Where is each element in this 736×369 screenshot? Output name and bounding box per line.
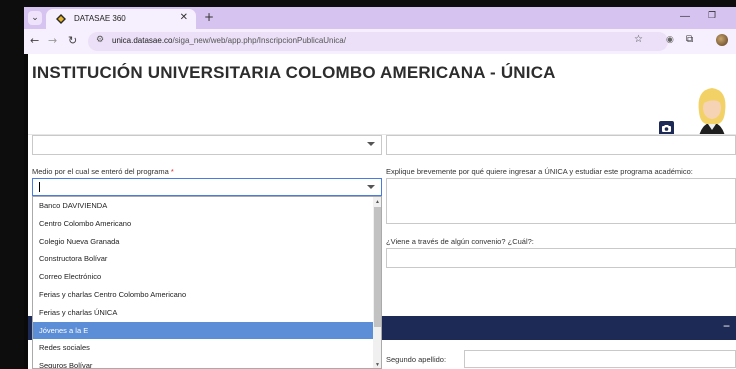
forward-icon[interactable]: →: [48, 34, 57, 47]
page-title: INSTITUCIÓN UNIVERSITARIA COLOMBO AMERIC…: [32, 63, 556, 82]
medio-dropdown-list[interactable]: Banco DAVIVIENDA Centro Colombo American…: [32, 196, 382, 369]
explique-textarea[interactable]: [386, 178, 736, 224]
user-avatar-icon: [698, 88, 726, 142]
dropdown-option[interactable]: Ferias y charlas Centro Colombo American…: [33, 286, 373, 304]
tab-search-icon[interactable]: ⌄: [28, 11, 42, 25]
previous-text-field[interactable]: [386, 135, 736, 155]
dropdown-option[interactable]: Constructora Bolívar: [33, 250, 373, 268]
extension-icon[interactable]: ◉: [666, 35, 674, 45]
extensions-puzzle-icon[interactable]: ⧉: [686, 34, 693, 45]
address-bar[interactable]: ⚙ unica.datasae.co/siga_new/web/app.php/…: [88, 32, 668, 51]
window-restore-icon[interactable]: ❐: [708, 11, 716, 21]
reload-icon[interactable]: ↻: [68, 34, 77, 47]
tab-strip: ⌄ DATASAE 360 ✕ + — ❐: [24, 7, 736, 29]
medio-select-field[interactable]: [32, 178, 382, 196]
page-content: INSTITUCIÓN UNIVERSITARIA COLOMBO AMERIC…: [24, 54, 736, 369]
profile-avatar-icon[interactable]: [716, 34, 728, 46]
site-info-icon[interactable]: ⚙: [96, 35, 104, 45]
dropdown-scrollbar[interactable]: ▲ ▼: [373, 197, 381, 368]
scroll-down-icon[interactable]: ▼: [375, 362, 380, 368]
dropdown-option[interactable]: Redes sociales: [33, 339, 373, 357]
browser-toolbar: ← → ↻ ⚙ unica.datasae.co/siga_new/web/ap…: [24, 29, 736, 54]
chevron-down-icon: [367, 142, 375, 146]
explique-label: Explique brevemente por qué quiere ingre…: [386, 167, 693, 176]
segundo-apellido-label: Segundo apellido:: [386, 355, 447, 364]
scroll-up-icon[interactable]: ▲: [375, 199, 380, 205]
new-tab-icon[interactable]: +: [204, 10, 214, 24]
collapse-icon[interactable]: −: [723, 319, 730, 333]
dropdown-option[interactable]: Centro Colombo Americano: [33, 215, 373, 233]
dropdown-option[interactable]: Correo Electrónico: [33, 268, 373, 286]
chevron-down-icon: [367, 185, 375, 189]
tab-datasae[interactable]: DATASAE 360 ✕: [46, 9, 196, 29]
tab-title: DATASAE 360: [74, 14, 126, 23]
segundo-apellido-input[interactable]: [464, 350, 736, 368]
dropdown-option[interactable]: Banco DAVIVIENDA: [33, 197, 373, 215]
url-text: unica.datasae.co/siga_new/web/app.php/In…: [112, 36, 346, 45]
dropdown-option-selected[interactable]: Jóvenes a la E: [33, 321, 373, 340]
minimize-icon[interactable]: —: [680, 11, 690, 22]
scroll-thumb[interactable]: [374, 207, 381, 327]
datasae-favicon-icon: [56, 14, 66, 24]
tab-close-icon[interactable]: ✕: [180, 12, 188, 23]
convenio-input[interactable]: [386, 248, 736, 268]
dropdown-option[interactable]: Ferias y charlas ÚNICA: [33, 304, 373, 322]
back-icon[interactable]: ←: [30, 34, 39, 47]
screen: ⌄ DATASAE 360 ✕ + — ❐ ← → ↻ ⚙ unica.data…: [0, 0, 736, 369]
medio-label: Medio por el cual se enteró del programa…: [32, 167, 174, 176]
bookmark-star-icon[interactable]: ☆: [634, 34, 643, 45]
text-caret: [39, 182, 40, 192]
convenio-label: ¿Viene a través de algún convenio? ¿Cuál…: [386, 237, 534, 246]
dropdown-option[interactable]: Seguros Bolívar: [33, 357, 373, 368]
dropdown-option[interactable]: Colegio Nueva Granada: [33, 233, 373, 251]
previous-select-field[interactable]: [32, 135, 382, 155]
